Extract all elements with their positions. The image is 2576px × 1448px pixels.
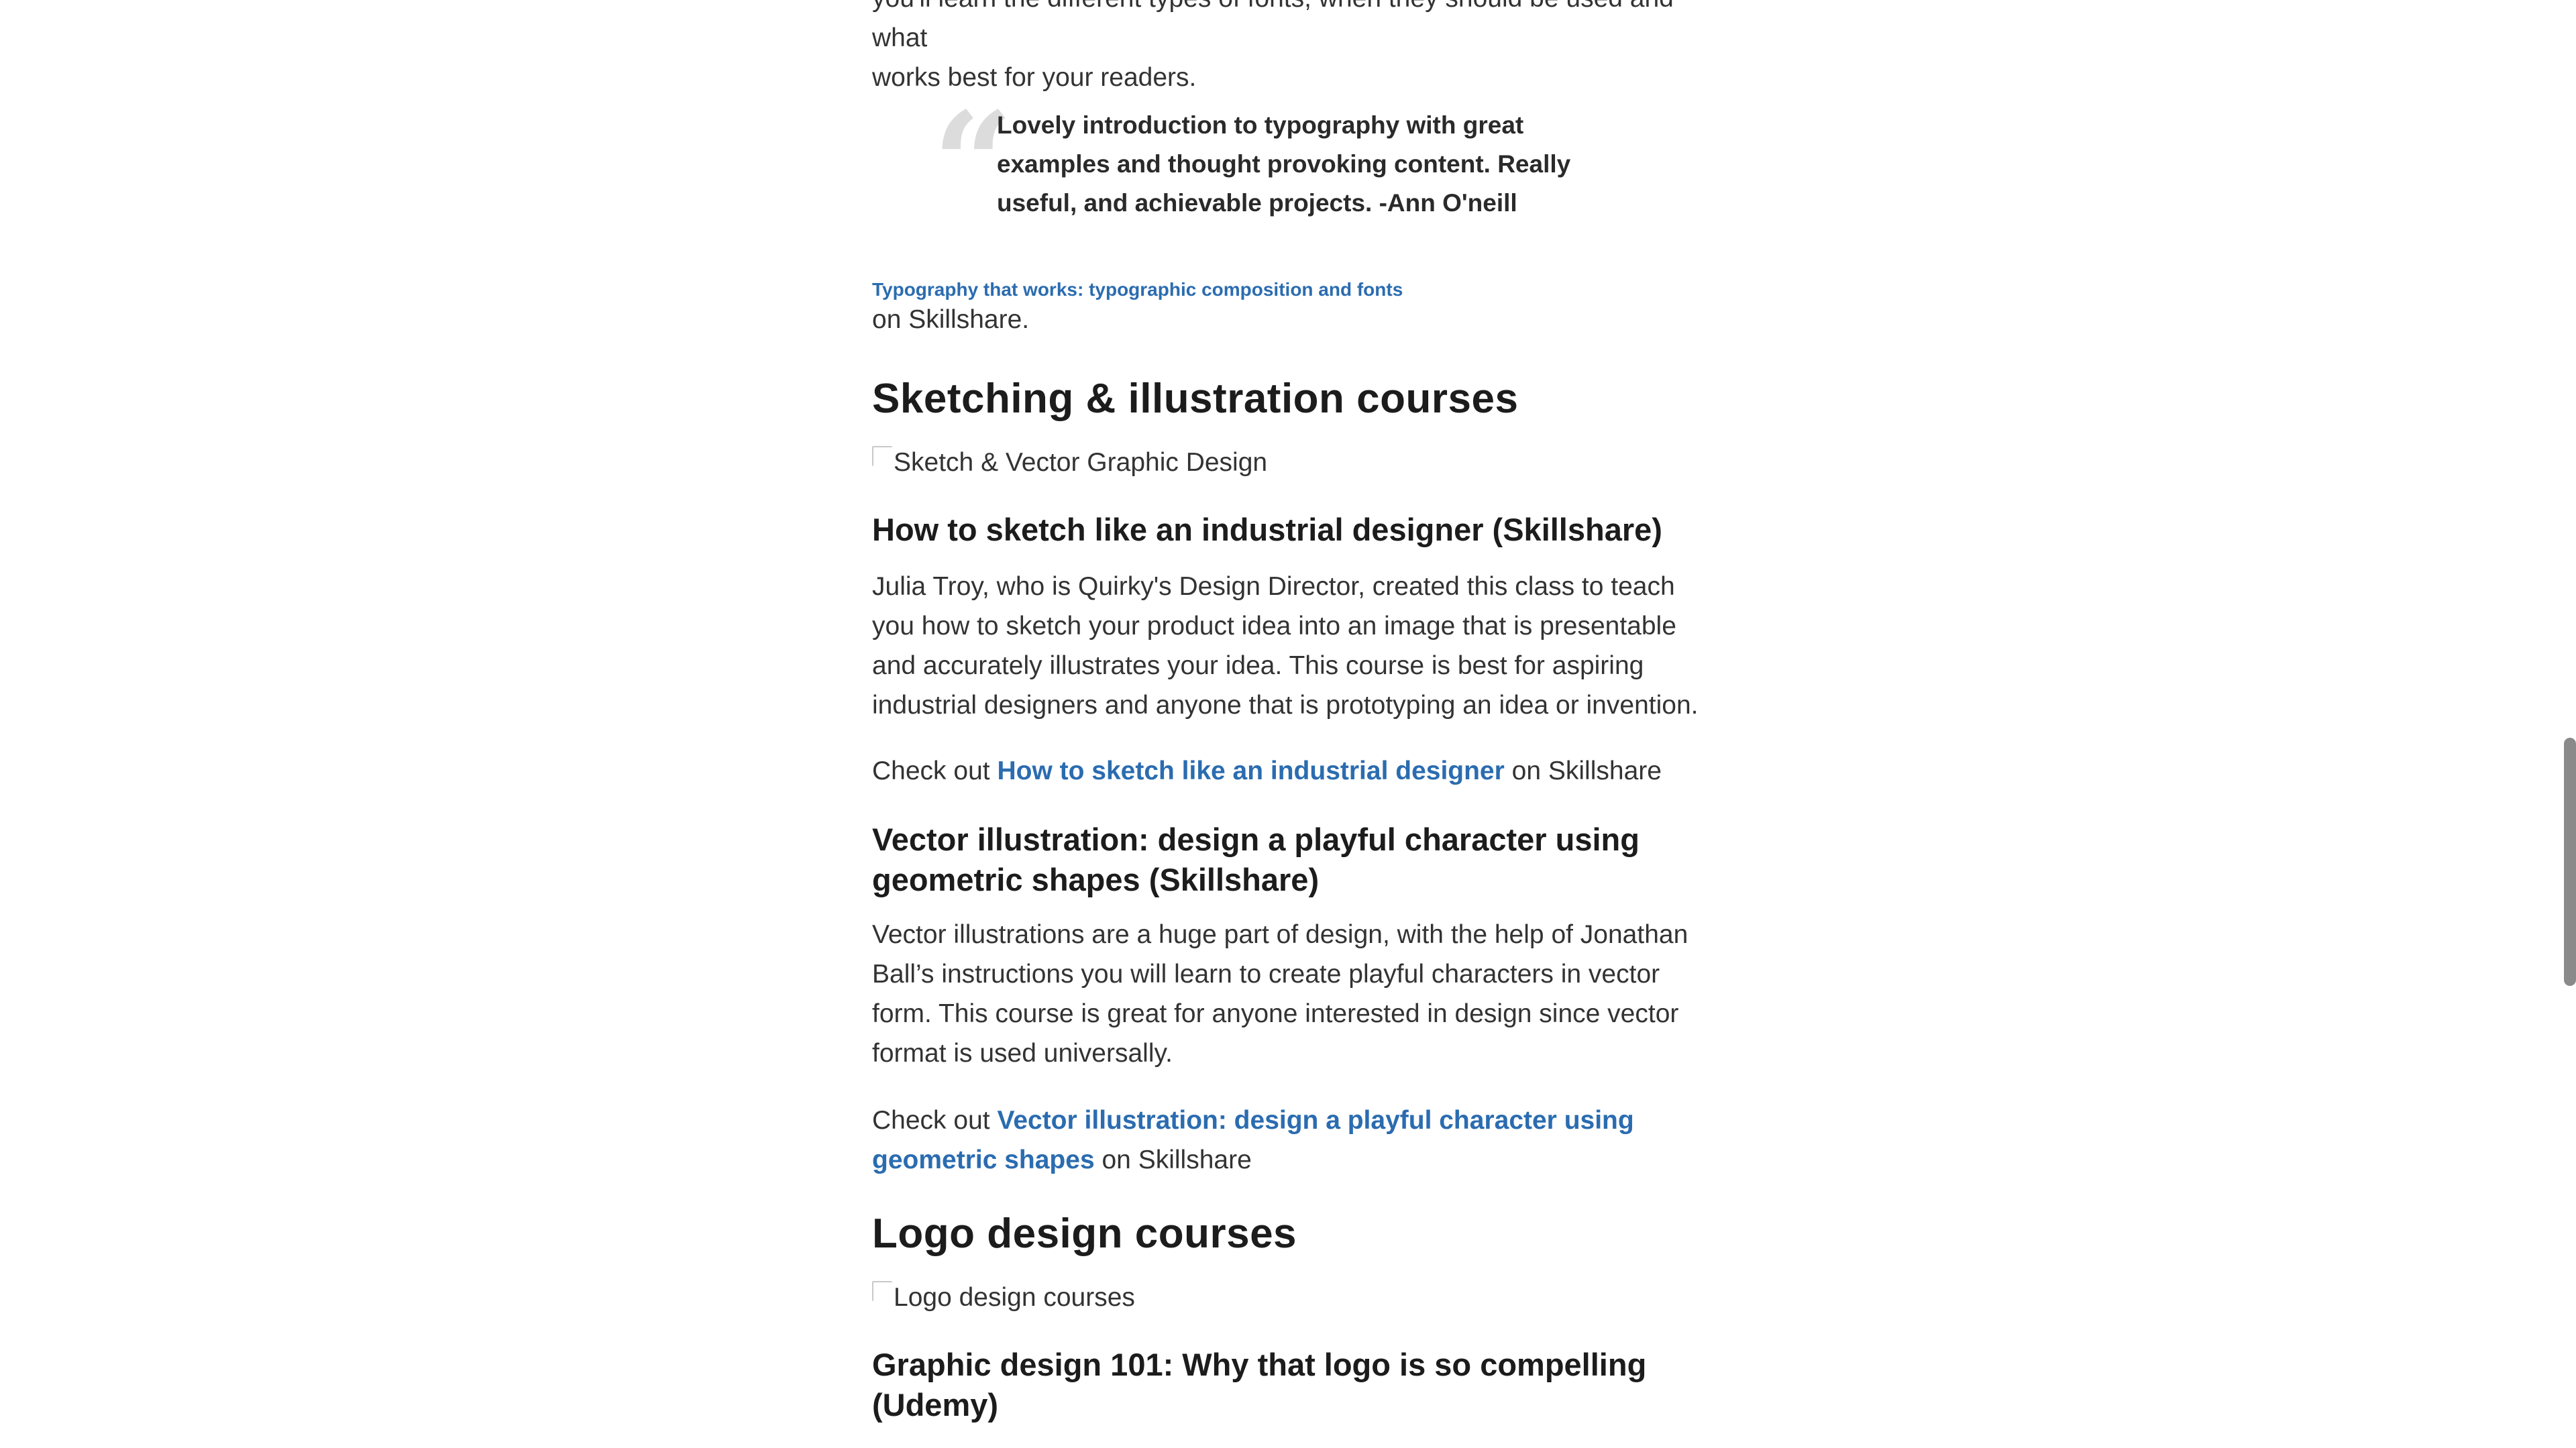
testimonial-text: Lovely introduction to typography with g…: [997, 111, 1571, 217]
vector-course-title: Vector illustration: design a playful ch…: [872, 822, 1640, 897]
sketch-section-image: Sketch & Vector Graphic Design: [872, 443, 1267, 483]
sketch-image-alt-text: Sketch & Vector Graphic Design: [894, 448, 1268, 477]
vector-course-description: Vector illustrations are a huge part of …: [872, 920, 1688, 1068]
sketching-section-heading: Sketching & illustration courses: [872, 376, 1519, 422]
sketch-course-check-out: Check out How to sketch like an industri…: [872, 751, 1704, 791]
logo-section-image: Logo design courses: [872, 1278, 1135, 1318]
check-out-prefix: Check out: [872, 1106, 990, 1135]
check-out-suffix: on Skillshare: [1102, 1146, 1252, 1174]
typography-course-suffix: on Skillshare.: [872, 305, 1030, 334]
logo-image-alt-text: Logo design courses: [894, 1283, 1135, 1312]
logo-course-title: Graphic design 101: Why that logo is so …: [872, 1347, 1647, 1423]
intro-line-1: you'll learn the different types of font…: [872, 0, 1674, 52]
sketch-course-title: How to sketch like an industrial designe…: [872, 512, 1662, 547]
typography-course-credit: Typography that works: typographic compo…: [872, 276, 1704, 337]
sketch-course-link[interactable]: How to sketch like an industrial designe…: [997, 757, 1504, 785]
typography-course-link[interactable]: Typography that works: typographic compo…: [872, 276, 1704, 303]
intro-line-2: works best for your readers.: [872, 63, 1197, 92]
vector-course-check-out: Check out Vector illustration: design a …: [872, 1101, 1704, 1180]
check-out-suffix: on Skillshare: [1511, 757, 1662, 785]
page-scrollbar-thumb[interactable]: [2564, 738, 2576, 986]
sketch-course-description: Julia Troy, who is Quirky's Design Direc…: [872, 572, 1699, 720]
check-out-prefix: Check out: [872, 757, 990, 785]
broken-image-icon: [872, 446, 892, 466]
broken-image-icon: [872, 1281, 892, 1301]
logo-section-heading: Logo design courses: [872, 1211, 1297, 1257]
